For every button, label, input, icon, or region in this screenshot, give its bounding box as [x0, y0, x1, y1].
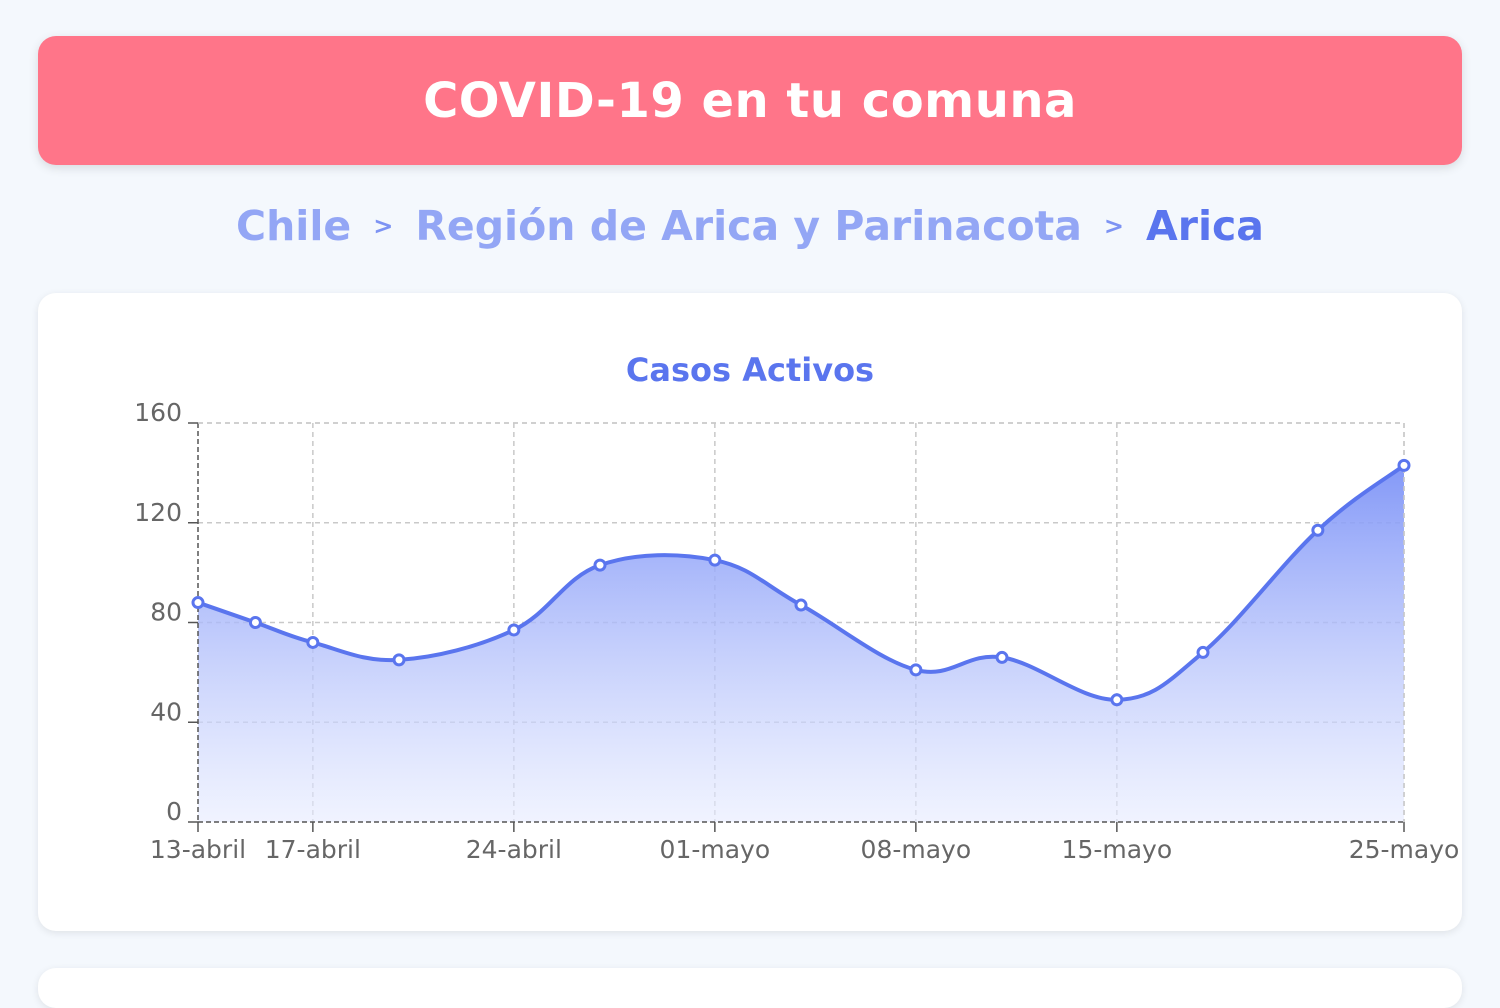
x-tick-label: 17-abril — [265, 835, 361, 864]
active-cases-chart: Casos Activos 0 40 80 120 160 13-abril 17-abri… — [134, 351, 1460, 864]
x-tick-label: 01-mayo — [660, 835, 771, 864]
data-point[interactable] — [794, 598, 808, 612]
next-card — [38, 968, 1462, 1008]
data-point[interactable] — [507, 623, 521, 637]
data-point[interactable] — [1110, 693, 1124, 707]
data-point[interactable] — [1397, 458, 1411, 472]
data-point[interactable] — [593, 558, 607, 572]
x-tick-label: 08-mayo — [861, 835, 972, 864]
x-tick-label: 13-abril — [150, 835, 246, 864]
data-point[interactable] — [1196, 645, 1210, 659]
y-tick-label: 0 — [166, 797, 182, 826]
data-point[interactable] — [708, 553, 722, 567]
x-tick-label: 25-mayo — [1349, 835, 1460, 864]
x-tick-label: 24-abril — [466, 835, 562, 864]
data-point[interactable] — [995, 650, 1009, 664]
data-point[interactable] — [306, 635, 320, 649]
y-tick-label: 40 — [150, 697, 182, 726]
data-point[interactable] — [392, 653, 406, 667]
y-tick-label: 160 — [134, 398, 182, 427]
data-point[interactable] — [248, 616, 262, 629]
chart-title: Casos Activos — [626, 351, 874, 389]
y-tick-label: 120 — [134, 498, 182, 527]
data-point[interactable] — [1311, 523, 1325, 537]
x-tick-label: 15-mayo — [1062, 835, 1173, 864]
data-point[interactable] — [191, 596, 205, 610]
series-area — [198, 465, 1404, 822]
data-point[interactable] — [909, 663, 923, 677]
y-tick-label: 80 — [150, 598, 182, 627]
